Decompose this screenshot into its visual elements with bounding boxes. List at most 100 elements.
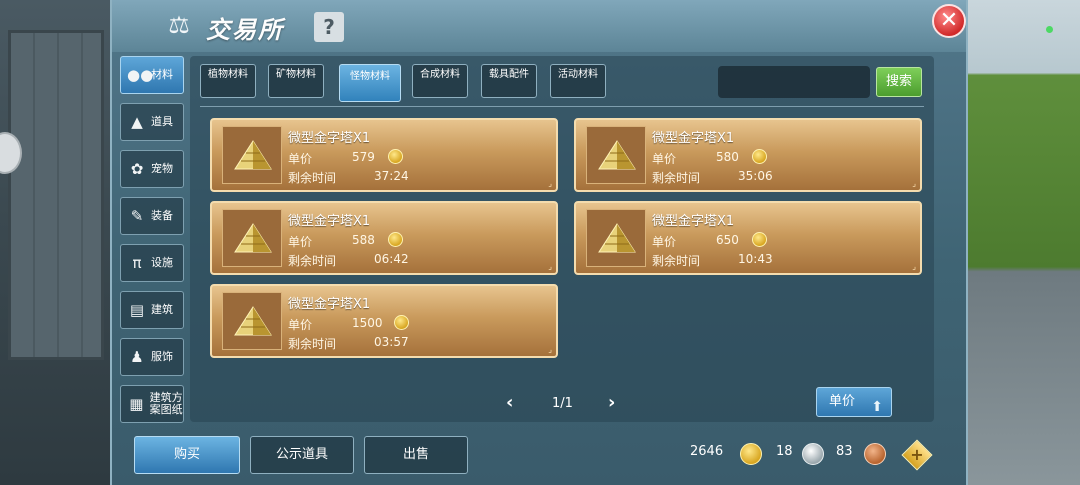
item-thumbnail (586, 126, 646, 184)
title-bar: ⚖ 交易所 ? ✕ (112, 0, 966, 52)
item-thumbnail (586, 209, 646, 267)
prev-page-button[interactable]: ‹ (506, 392, 513, 413)
item-name: 微型金字塔X1 (652, 214, 735, 229)
search-button[interactable]: 搜索 (876, 67, 922, 97)
category-items[interactable]: ▲ 道具 (120, 103, 184, 141)
price-value: 588 (352, 233, 375, 247)
background-door (8, 30, 104, 360)
corner-mark-icon: ⌟ (548, 179, 552, 188)
tab-label: 活动材料 (558, 69, 598, 80)
category-facilities[interactable]: π 设施 (120, 244, 184, 282)
page-indicator: 1/1 (552, 396, 573, 411)
pyramid-icon (234, 223, 272, 253)
listing-card[interactable]: 微型金字塔X1 单价 650 剩余时间 10:43 ⌟ (574, 201, 922, 275)
category-label: 建筑 (151, 303, 173, 316)
category-label: 设施 (151, 256, 173, 269)
pyramid-icon (598, 223, 636, 253)
tab-mineral-materials[interactable]: 矿物材料 (268, 64, 324, 98)
tab-label: 载具配件 (489, 69, 529, 80)
pyramid-icon (234, 306, 272, 336)
category-nav: ●● 材料 ▲ 道具 ✿ 宠物 ✎ 装备 π 设施 ▤ 建筑 ♟ 服饰 ▦ 建筑 (120, 56, 184, 432)
paw-icon: ✿ (130, 160, 144, 178)
tab-vehicle-parts[interactable]: 载具配件 (481, 64, 537, 98)
price-value: 650 (716, 233, 739, 247)
corner-mark-icon: ⌟ (548, 262, 552, 271)
category-buildings[interactable]: ▤ 建筑 (120, 291, 184, 329)
listing-card[interactable]: 微型金字塔X1 单价 579 剩余时间 37:24 ⌟ (210, 118, 558, 192)
facility-icon: π (132, 254, 142, 272)
time-label: 剩余时间 (652, 171, 701, 185)
sort-arrow-icon: ⬆ (871, 399, 883, 415)
gold-amount: 2646 (690, 444, 724, 459)
gold-coin-icon (394, 315, 409, 330)
pyramid-icon (598, 140, 636, 170)
materials-icon: ●● (127, 66, 154, 84)
search-input[interactable] (718, 66, 870, 98)
item-thumbnail (222, 126, 282, 184)
corner-mark-icon: ⌟ (912, 179, 916, 188)
category-label: 宠物 (151, 162, 173, 175)
tab-plant-materials[interactable]: 植物材料 (200, 64, 256, 98)
status-dot (1046, 26, 1053, 33)
price-label: 单价 (288, 235, 313, 249)
item-thumbnail (222, 292, 282, 350)
item-name: 微型金字塔X1 (288, 297, 371, 312)
gold-coin-icon (752, 232, 767, 247)
clothing-icon: ♟ (130, 348, 144, 366)
tab-label: 合成材料 (420, 69, 460, 80)
tab-label: 植物材料 (208, 69, 248, 80)
item-name: 微型金字塔X1 (288, 131, 371, 146)
help-button[interactable]: ? (314, 12, 344, 42)
time-label: 剩余时间 (288, 171, 337, 185)
time-label: 剩余时间 (288, 254, 337, 268)
category-label: 建筑方案图纸 (149, 391, 183, 416)
scale-icon: ⚖ (168, 11, 190, 39)
close-button[interactable]: ✕ (932, 4, 966, 38)
time-value: 37:24 (374, 169, 409, 183)
building-icon: ▤ (129, 301, 145, 319)
tab-synthetic-materials[interactable]: 合成材料 (412, 64, 468, 98)
item-name: 微型金字塔X1 (288, 214, 371, 229)
item-icon: ▲ (131, 113, 143, 131)
listing-card[interactable]: 微型金字塔X1 单价 588 剩余时间 06:42 ⌟ (210, 201, 558, 275)
price-label: 单价 (288, 318, 313, 332)
time-value: 35:06 (738, 169, 773, 183)
window-title: 交易所 (206, 16, 284, 44)
category-equipment[interactable]: ✎ 装备 (120, 197, 184, 235)
gold-coin-icon (388, 232, 403, 247)
price-label: 单价 (652, 152, 677, 166)
price-label: 单价 (652, 235, 677, 249)
category-materials[interactable]: ●● 材料 (120, 56, 184, 94)
listing-card[interactable]: 微型金字塔X1 单价 580 剩余时间 35:06 ⌟ (574, 118, 922, 192)
category-label: 服饰 (151, 350, 173, 363)
gold-coin-icon (740, 443, 762, 465)
price-value: 580 (716, 150, 739, 164)
tab-monster-materials[interactable]: 怪物材料 (339, 64, 401, 102)
tab-event-materials[interactable]: 活动材料 (550, 64, 606, 98)
background-left (0, 0, 112, 485)
public-items-button[interactable]: 公示道具 (250, 436, 354, 474)
copper-amount: 83 (836, 444, 853, 459)
gold-coin-icon (388, 149, 403, 164)
sell-button[interactable]: 出售 (364, 436, 468, 474)
category-label: 装备 (151, 209, 173, 222)
time-value: 06:42 (374, 252, 409, 266)
divider (200, 106, 924, 107)
copper-coin-icon (864, 443, 886, 465)
category-pets[interactable]: ✿ 宠物 (120, 150, 184, 188)
time-value: 03:57 (374, 335, 409, 349)
buy-button[interactable]: 购买 (134, 436, 240, 474)
tab-label: 矿物材料 (276, 69, 316, 80)
category-blueprints[interactable]: ▦ 建筑方案图纸 (120, 385, 184, 423)
price-value: 1500 (352, 316, 383, 330)
blueprint-icon: ▦ (129, 395, 144, 413)
listing-area: 植物材料 矿物材料 怪物材料 合成材料 载具配件 活动材料 搜索 微型金字塔X1… (190, 56, 934, 422)
listing-card[interactable]: 微型金字塔X1 单价 1500 剩余时间 03:57 ⌟ (210, 284, 558, 358)
next-page-button[interactable]: › (608, 392, 615, 413)
time-value: 10:43 (738, 252, 773, 266)
category-clothing[interactable]: ♟ 服饰 (120, 338, 184, 376)
time-label: 剩余时间 (288, 337, 337, 351)
price-value: 579 (352, 150, 375, 164)
price-label: 单价 (288, 152, 313, 166)
sort-price-button[interactable]: 单价 ⬆ (816, 387, 892, 417)
